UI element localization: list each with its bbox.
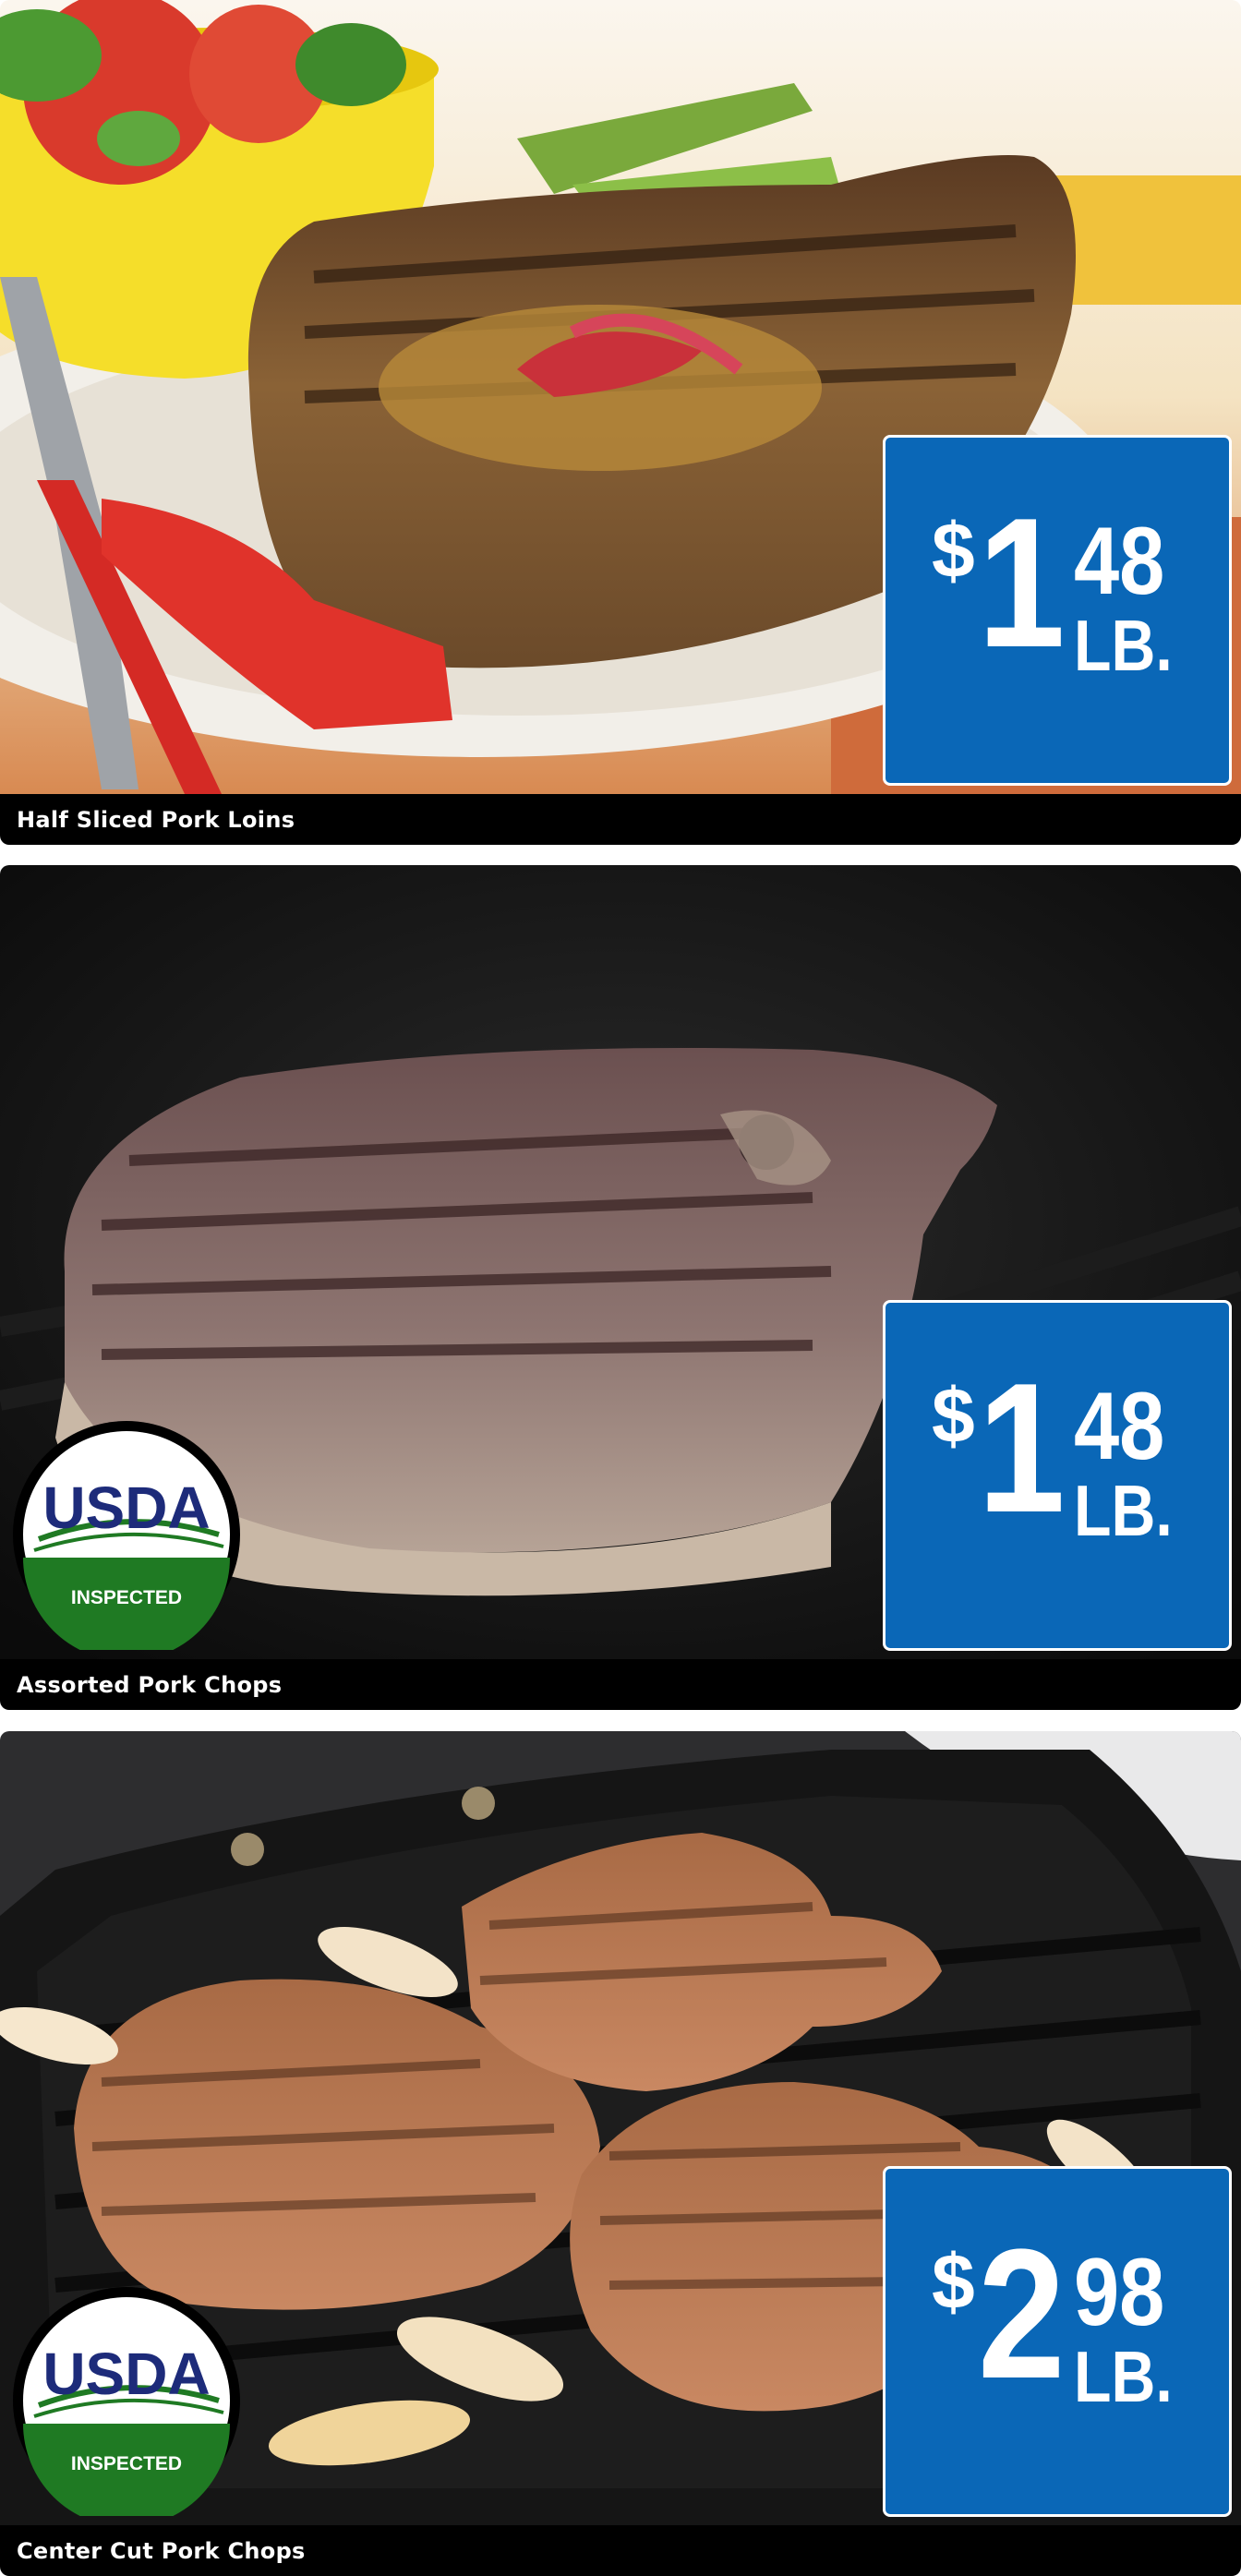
price-tag: $ 2 98 LB. <box>883 2166 1232 2517</box>
price-unit: LB. <box>1074 2336 1173 2417</box>
product-card-assorted-pork-chops[interactable]: USDA INSPECTED $ 1 48 LB. Assorted Pork … <box>0 865 1241 1710</box>
price-cents: 48 <box>1074 508 1165 615</box>
price-currency: $ <box>932 1372 975 1459</box>
usda-inspected-seal: USDA INSPECTED <box>11 2285 242 2527</box>
price-dollars: 1 <box>978 480 1066 686</box>
price-cents: 98 <box>1074 2239 1165 2346</box>
price-dollars: 2 <box>978 2211 1066 2417</box>
price-unit: LB. <box>1074 1470 1173 1551</box>
product-name-bar: Assorted Pork Chops <box>0 1659 1241 1710</box>
product-name: Center Cut Pork Chops <box>17 2538 306 2564</box>
product-card-center-cut-pork-chops[interactable]: USDA INSPECTED $ 2 98 LB. Center Cut Por… <box>0 1731 1241 2576</box>
usda-inspected-seal: USDA INSPECTED <box>11 1419 242 1661</box>
product-name-bar: Half Sliced Pork Loins <box>0 794 1241 845</box>
price-currency: $ <box>932 507 975 594</box>
usda-seal-subtitle: INSPECTED <box>71 2453 182 2474</box>
price-currency: $ <box>932 2238 975 2325</box>
price-dollars: 1 <box>978 1345 1066 1551</box>
price-cents: 48 <box>1074 1373 1165 1480</box>
product-name: Half Sliced Pork Loins <box>17 807 295 833</box>
product-card-half-sliced-pork-loins[interactable]: $ 1 48 LB. Half Sliced Pork Loins <box>0 0 1241 845</box>
product-name-bar: Center Cut Pork Chops <box>0 2525 1241 2576</box>
product-name: Assorted Pork Chops <box>17 1672 283 1698</box>
usda-seal-title: USDA <box>42 2341 210 2407</box>
price-tag: $ 1 48 LB. <box>883 435 1232 786</box>
price-unit: LB. <box>1074 605 1173 686</box>
usda-seal-subtitle: INSPECTED <box>71 1587 182 1608</box>
price-tag: $ 1 48 LB. <box>883 1300 1232 1651</box>
usda-seal-title: USDA <box>42 1475 210 1541</box>
